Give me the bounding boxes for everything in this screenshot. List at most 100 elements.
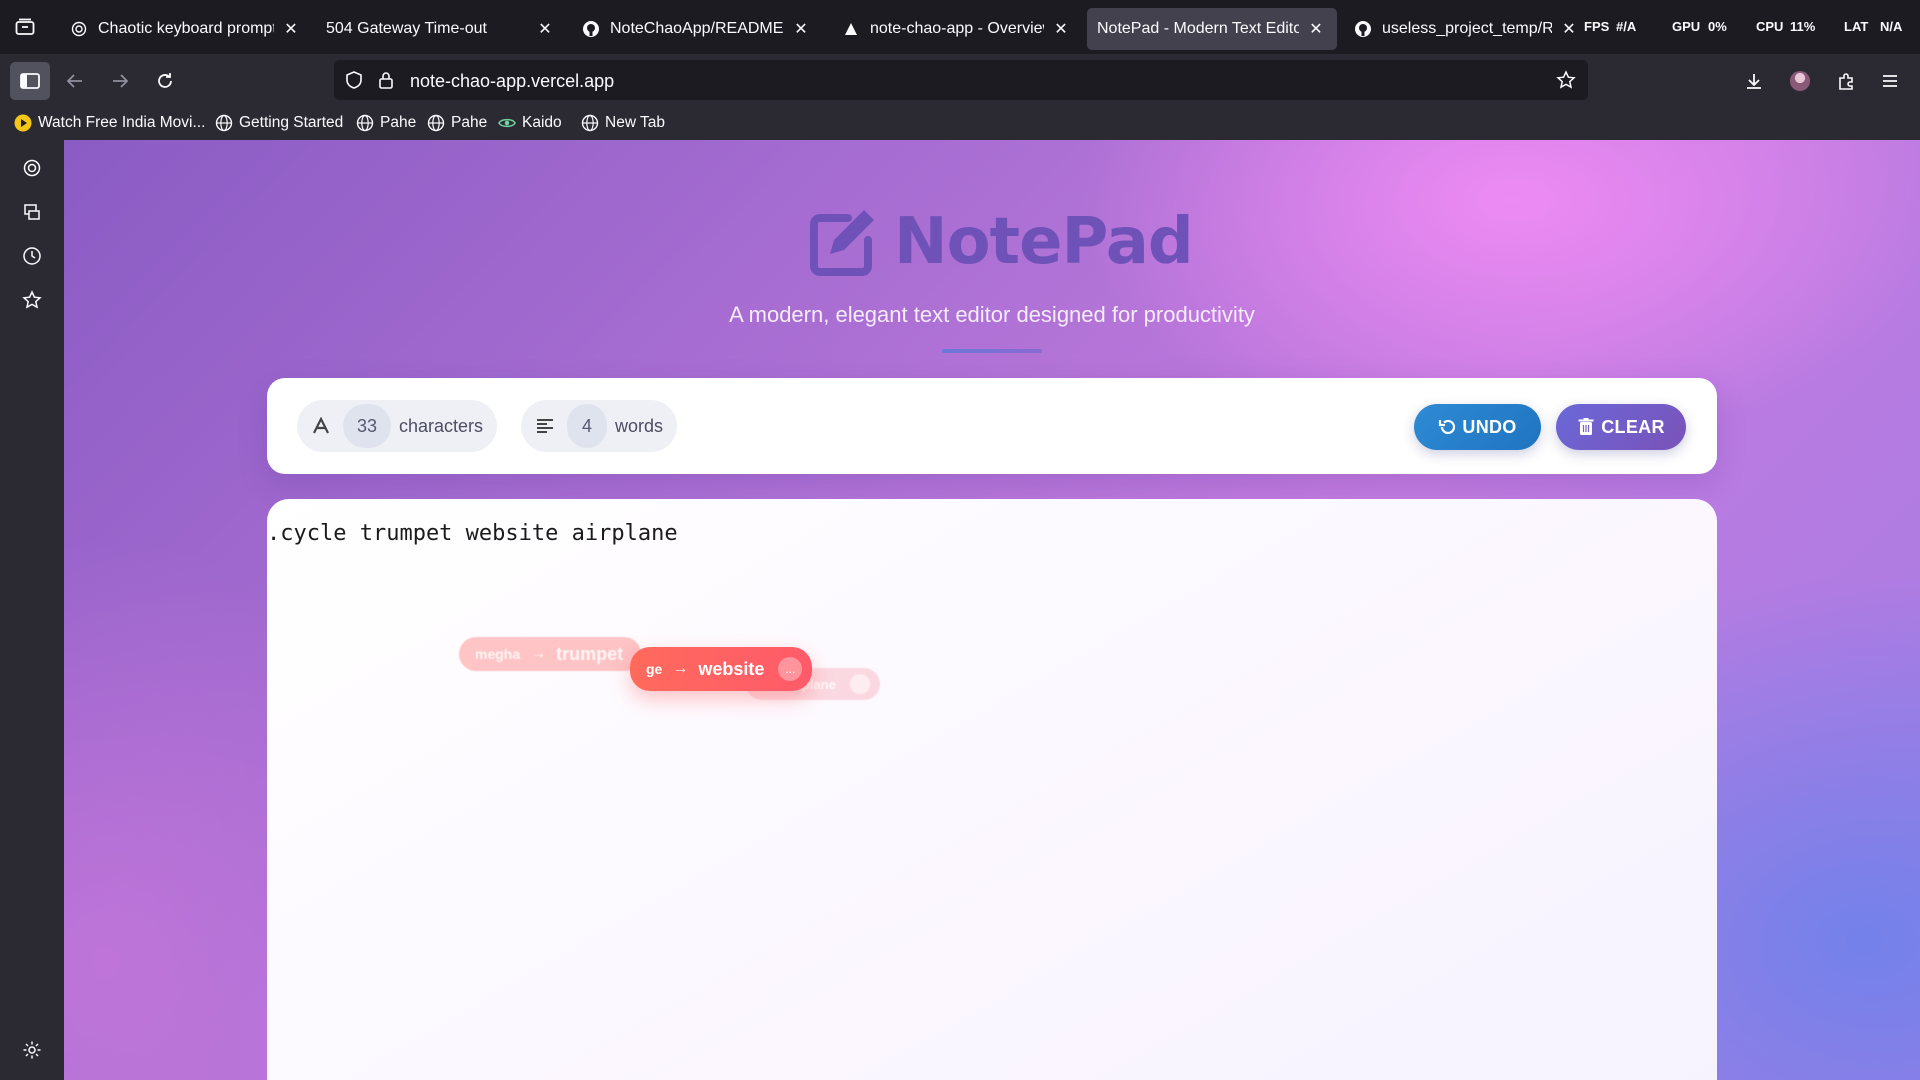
character-count-value: 33 xyxy=(343,404,391,448)
bookmark-star-icon[interactable] xyxy=(1556,70,1576,90)
back-button[interactable] xyxy=(55,62,95,100)
fps-value: #/A xyxy=(1616,19,1637,34)
forward-button[interactable] xyxy=(100,62,140,100)
clear-button[interactable]: CLEAR xyxy=(1556,404,1686,450)
app-title: NotePad xyxy=(894,205,1194,279)
gpu-label: GPU xyxy=(1672,19,1701,34)
bookmark-new-tab[interactable]: New Tab xyxy=(581,114,665,132)
close-icon[interactable]: ✕ xyxy=(1558,18,1580,40)
editor-content[interactable]: .cycle trumpet website airplane xyxy=(267,521,678,546)
bookmark-label: Getting Started xyxy=(239,114,344,131)
app-tagline: A modern, elegant text editor designed f… xyxy=(729,302,1255,327)
url-bar[interactable]: note-chao-app.vercel.app xyxy=(334,60,1588,100)
lat-label: LAT xyxy=(1844,19,1869,34)
chip-dot xyxy=(849,674,870,694)
undo-icon xyxy=(1438,418,1456,436)
download-icon xyxy=(1747,74,1761,89)
close-icon[interactable]: ✕ xyxy=(1050,18,1072,40)
close-icon[interactable]: ✕ xyxy=(534,18,556,40)
tab-title: Chaotic keyboard prompt xyxy=(98,20,274,37)
tab-title: NoteChaoApp/README.md xyxy=(610,20,784,37)
chip-to: website xyxy=(698,658,765,679)
tab-useless-project[interactable]: useless_project_temp/READI ✕ xyxy=(1344,8,1590,50)
tab-list-icon xyxy=(15,18,35,35)
tab-readme[interactable]: NoteChaoApp/README.md ✕ xyxy=(572,8,822,50)
word-count-value: 4 xyxy=(567,404,607,448)
tab-vercel-overview[interactable]: note-chao-app - Overview - ✕ xyxy=(832,8,1082,50)
bookmark-label: New Tab xyxy=(605,114,666,131)
replacement-chip-active: ge → website ... xyxy=(630,647,813,691)
undo-button[interactable]: UNDO xyxy=(1414,404,1541,450)
sidebar-settings-button[interactable] xyxy=(14,1032,50,1068)
fps-label: FPS xyxy=(1584,19,1610,34)
sidebar-toggle-button[interactable] xyxy=(10,62,50,100)
play-icon xyxy=(14,114,32,132)
bookmark-label: Kaido xyxy=(522,114,562,131)
bookmark-pahe[interactable]: Pahe xyxy=(356,114,416,132)
character-count: 33 characters xyxy=(297,400,498,452)
font-icon xyxy=(311,416,331,436)
sidebar-synced-tabs-button[interactable] xyxy=(14,194,50,230)
tab-notepad[interactable]: NotePad - Modern Text Editor ✕ xyxy=(1087,8,1337,50)
cpu-label: CPU xyxy=(1756,19,1784,34)
menu-button[interactable] xyxy=(1870,62,1910,100)
extensions-button[interactable] xyxy=(1826,62,1866,100)
chip-arrow: → xyxy=(530,645,547,662)
character-count-label: characters xyxy=(399,415,484,436)
notepad-page: NotePad A modern, elegant text editor de… xyxy=(64,140,1920,1080)
synced-tabs-icon xyxy=(24,204,40,220)
bookmark-pahe-2[interactable]: Pahe xyxy=(427,114,487,132)
cpu-value: 11% xyxy=(1790,19,1816,34)
globe-icon xyxy=(581,114,599,132)
tab-chaotic-keyboard[interactable]: Chaotic keyboard prompt ✕ xyxy=(60,8,312,50)
editor-toolbar: 33 characters 4 words UNDO CLEAR xyxy=(267,378,1717,474)
globe-icon xyxy=(215,114,233,132)
bookmark-kaido[interactable]: Kaido xyxy=(498,114,562,132)
github-icon xyxy=(582,20,600,38)
url-text[interactable]: note-chao-app.vercel.app xyxy=(410,71,614,92)
lock-icon[interactable] xyxy=(376,70,396,90)
chip-from: ge xyxy=(646,661,663,677)
bookmark-getting-started[interactable]: Getting Started xyxy=(215,114,343,132)
tab-title: useless_project_temp/READI xyxy=(1382,20,1552,37)
star-icon xyxy=(22,290,42,309)
back-arrow-icon xyxy=(66,74,82,88)
account-button[interactable] xyxy=(1780,62,1820,100)
reload-icon xyxy=(158,73,172,88)
tab-gateway-timeout[interactable]: 504 Gateway Time-out ✕ xyxy=(316,8,566,50)
clear-label: CLEAR xyxy=(1601,416,1665,437)
bookmark-watch-free[interactable]: Watch Free India Movi... xyxy=(14,114,205,132)
tab-bar: Chaotic keyboard prompt ✕ 504 Gateway Ti… xyxy=(0,0,1920,54)
word-count-label: words xyxy=(615,415,664,436)
app-header: NotePad xyxy=(808,202,1194,282)
reload-button[interactable] xyxy=(145,62,185,100)
tab-title: NotePad - Modern Text Editor xyxy=(1097,20,1299,37)
sidebar-history-button[interactable] xyxy=(14,238,50,274)
title-divider xyxy=(942,349,1042,353)
word-count: 4 words xyxy=(521,400,678,452)
globe-icon xyxy=(427,114,445,132)
close-icon[interactable]: ✕ xyxy=(1305,18,1327,40)
sidebar-bookmarks-button[interactable] xyxy=(14,282,50,318)
eye-icon xyxy=(498,114,516,132)
downloads-button[interactable] xyxy=(1734,62,1774,100)
chip-dot: ... xyxy=(778,657,803,681)
bookmark-label: Pahe xyxy=(380,114,417,131)
tab-title: note-chao-app - Overview - xyxy=(870,20,1044,37)
shield-icon[interactable] xyxy=(344,70,364,90)
chip-to: trumpet xyxy=(556,643,624,664)
text-editor[interactable]: .cycle trumpet website airplane xyxy=(267,499,1717,1080)
vercel-icon xyxy=(842,20,860,38)
puzzle-icon xyxy=(1839,73,1853,90)
tab-title: 504 Gateway Time-out xyxy=(326,20,487,37)
close-icon[interactable]: ✕ xyxy=(790,18,812,40)
avatar xyxy=(1790,71,1810,91)
tab-list-button[interactable] xyxy=(10,14,40,40)
align-left-icon xyxy=(535,416,555,436)
close-icon[interactable]: ✕ xyxy=(280,18,302,40)
replacement-chip: megha → trumpet xyxy=(459,637,642,671)
sidebar-chatbot-button[interactable] xyxy=(14,150,50,186)
forward-arrow-icon xyxy=(113,74,129,88)
browser-sidebar xyxy=(0,140,64,1080)
sidebar-icon xyxy=(20,73,40,89)
